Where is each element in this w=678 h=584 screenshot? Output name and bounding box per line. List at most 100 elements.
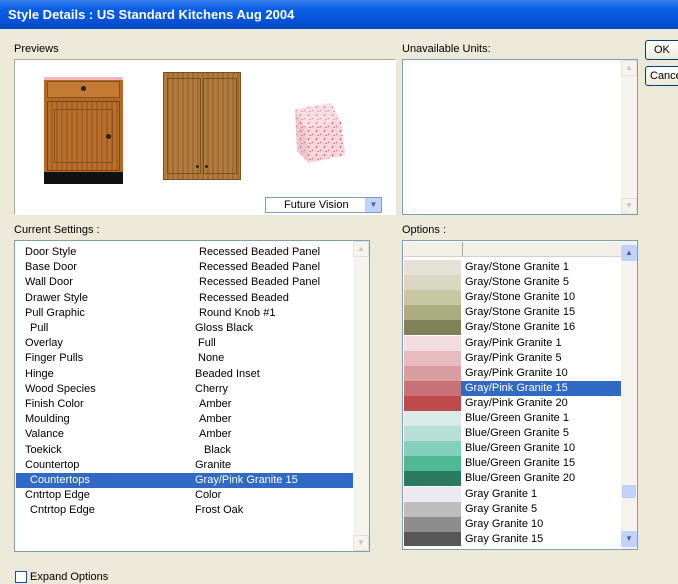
- options-scroll-thumb[interactable]: [622, 485, 636, 498]
- option-item[interactable]: Gray/Stone Granite 5: [404, 275, 621, 291]
- settings-row[interactable]: Overlay Full: [16, 336, 354, 351]
- settings-row-name: Toekick: [25, 443, 62, 456]
- options-scrollbar[interactable]: ▲ ▼: [621, 241, 637, 549]
- option-item[interactable]: Gray/Stone Granite 15: [404, 305, 621, 321]
- arrow-down-icon[interactable]: ▼: [621, 531, 637, 547]
- option-item-label: Gray/Stone Granite 15: [465, 306, 576, 319]
- color-swatch: [404, 441, 461, 457]
- option-rows: Gray/Stone Granite 1 Gray/Stone Granite 5…: [404, 260, 621, 546]
- settings-row[interactable]: Pull Graphic Round Knob #1: [16, 306, 354, 321]
- option-item[interactable]: Gray/Pink Granite 15: [404, 380, 621, 396]
- option-item[interactable]: Gray/Stone Granite 16: [404, 320, 621, 336]
- option-item[interactable]: Gray Granite 1: [404, 486, 621, 502]
- drawer-door-preview: [44, 77, 123, 184]
- settings-row[interactable]: Countertop Granite: [16, 458, 354, 473]
- option-item[interactable]: Gray/Stone Granite 10: [404, 290, 621, 306]
- option-item-label: Gray Granite 5: [465, 502, 538, 515]
- unavailable-units-list[interactable]: ▲ ▼: [402, 59, 638, 215]
- settings-row[interactable]: Base Door Recessed Beaded Panel: [16, 260, 354, 275]
- chevron-down-icon[interactable]: ▼: [365, 198, 381, 212]
- color-swatch: [404, 290, 461, 306]
- settings-row-value: Gray/Pink Granite 15: [195, 474, 298, 486]
- settings-row[interactable]: Cntrtop Edge Color: [16, 488, 354, 503]
- options-label: Options :: [402, 224, 447, 236]
- option-item[interactable]: Gray/Pink Granite 10: [404, 365, 621, 381]
- color-swatch: [404, 320, 461, 336]
- style-dropdown[interactable]: Future Vision ▼: [265, 197, 382, 213]
- settings-row-value: Gloss Black: [195, 322, 254, 334]
- settings-row-name: Door Style: [25, 246, 77, 258]
- settings-row[interactable]: Finish Color Amber: [16, 397, 354, 412]
- cancel-button[interactable]: Cancel: [645, 66, 678, 86]
- option-item-label: Gray/Stone Granite 5: [465, 276, 569, 289]
- settings-row[interactable]: Wall Door Recessed Beaded Panel: [16, 275, 354, 290]
- settings-row-value: Round Knob #1: [199, 306, 276, 319]
- expand-options-checkbox[interactable]: [15, 571, 27, 583]
- option-item[interactable]: Blue/Green Granite 5: [404, 426, 621, 442]
- options-list[interactable]: Gray/Stone Granite 1 Gray/Stone Granite 5…: [402, 240, 638, 550]
- option-item[interactable]: Blue/Green Granite 1: [404, 411, 621, 426]
- settings-row-value: Full: [198, 337, 216, 350]
- color-swatch: [404, 350, 461, 366]
- settings-scrollbar[interactable]: ▲ ▼: [353, 241, 369, 551]
- settings-row[interactable]: Countertops Gray/Pink Granite 15: [16, 473, 354, 488]
- option-item[interactable]: Blue/Green Granite 20: [404, 471, 621, 487]
- title-bar: Style Details : US Standard Kitchens Aug…: [0, 0, 678, 29]
- color-swatch: [404, 411, 461, 426]
- settings-row[interactable]: Toekick Black: [16, 443, 354, 458]
- current-settings-label: Current Settings :: [14, 224, 100, 236]
- option-item[interactable]: Gray Granite 5: [404, 501, 621, 517]
- arrow-down-icon[interactable]: ▼: [621, 198, 637, 214]
- settings-row-value: Recessed Beaded Panel: [199, 261, 321, 274]
- option-item-label: Blue/Green Granite 20: [465, 472, 576, 485]
- window-title: Style Details : US Standard Kitchens Aug…: [8, 7, 295, 22]
- settings-row[interactable]: Moulding Amber: [16, 412, 354, 427]
- arrow-up-icon[interactable]: ▲: [621, 245, 637, 261]
- settings-row-name: Finish Color: [25, 398, 84, 410]
- option-item[interactable]: Gray Granite 10: [404, 516, 621, 532]
- settings-row-value: Black: [204, 443, 231, 456]
- arrow-down-icon[interactable]: ▼: [353, 535, 369, 551]
- color-swatch: [404, 531, 461, 546]
- unavailable-scrollbar[interactable]: ▲ ▼: [621, 60, 637, 214]
- option-item[interactable]: Gray/Pink Granite 20: [404, 395, 621, 411]
- option-item-label: Gray Granite 10: [465, 517, 544, 530]
- settings-row-name: Finger Pulls: [25, 352, 84, 365]
- color-swatch: [404, 305, 461, 321]
- option-item[interactable]: Blue/Green Granite 10: [404, 441, 621, 457]
- settings-row-name: Cntrtop Edge: [25, 489, 90, 502]
- color-swatch: [404, 395, 461, 411]
- settings-row-name: Valance: [25, 428, 64, 441]
- settings-row[interactable]: Pull Gloss Black: [16, 321, 354, 336]
- color-swatch: [404, 516, 461, 532]
- settings-row-name: Overlay: [25, 337, 63, 350]
- color-swatch: [404, 486, 461, 502]
- option-item[interactable]: Gray/Pink Granite 1: [404, 335, 621, 351]
- countertop-preview: [275, 73, 387, 186]
- arrow-up-icon[interactable]: ▲: [621, 60, 637, 76]
- previews-label: Previews: [14, 43, 59, 55]
- settings-row[interactable]: Wood Species Cherry: [16, 382, 354, 397]
- settings-row[interactable]: Finger Pulls None: [16, 351, 354, 366]
- settings-row[interactable]: Drawer Style Recessed Beaded: [16, 291, 354, 306]
- option-item[interactable]: Gray Granite 15: [404, 531, 621, 546]
- settings-row-value: Beaded Inset: [195, 367, 260, 380]
- arrow-up-icon[interactable]: ▲: [353, 241, 369, 257]
- settings-row[interactable]: Hinge Beaded Inset: [16, 367, 354, 382]
- option-item[interactable]: Blue/Green Granite 15: [404, 456, 621, 472]
- settings-row[interactable]: Valance Amber: [16, 427, 354, 442]
- option-item-label: Blue/Green Granite 5: [465, 427, 569, 440]
- settings-row-name: Drawer Style: [25, 291, 88, 304]
- settings-row-name: Moulding: [25, 413, 70, 426]
- settings-row-name: Hinge: [25, 367, 54, 380]
- options-header: [404, 242, 621, 257]
- settings-row-value: Amber: [199, 428, 232, 441]
- current-settings-list[interactable]: Door Style Recessed Beaded Panel Base Door…: [14, 240, 370, 552]
- option-item[interactable]: Gray/Stone Granite 1: [404, 260, 621, 275]
- option-item[interactable]: Gray/Pink Granite 5: [404, 350, 621, 366]
- options-header-divider: [462, 242, 463, 256]
- ok-button[interactable]: OK: [645, 40, 678, 60]
- settings-row-value: Recessed Beaded: [199, 291, 289, 304]
- settings-row[interactable]: Cntrtop Edge Frost Oak: [16, 503, 354, 518]
- settings-row[interactable]: Door Style Recessed Beaded Panel: [16, 245, 354, 260]
